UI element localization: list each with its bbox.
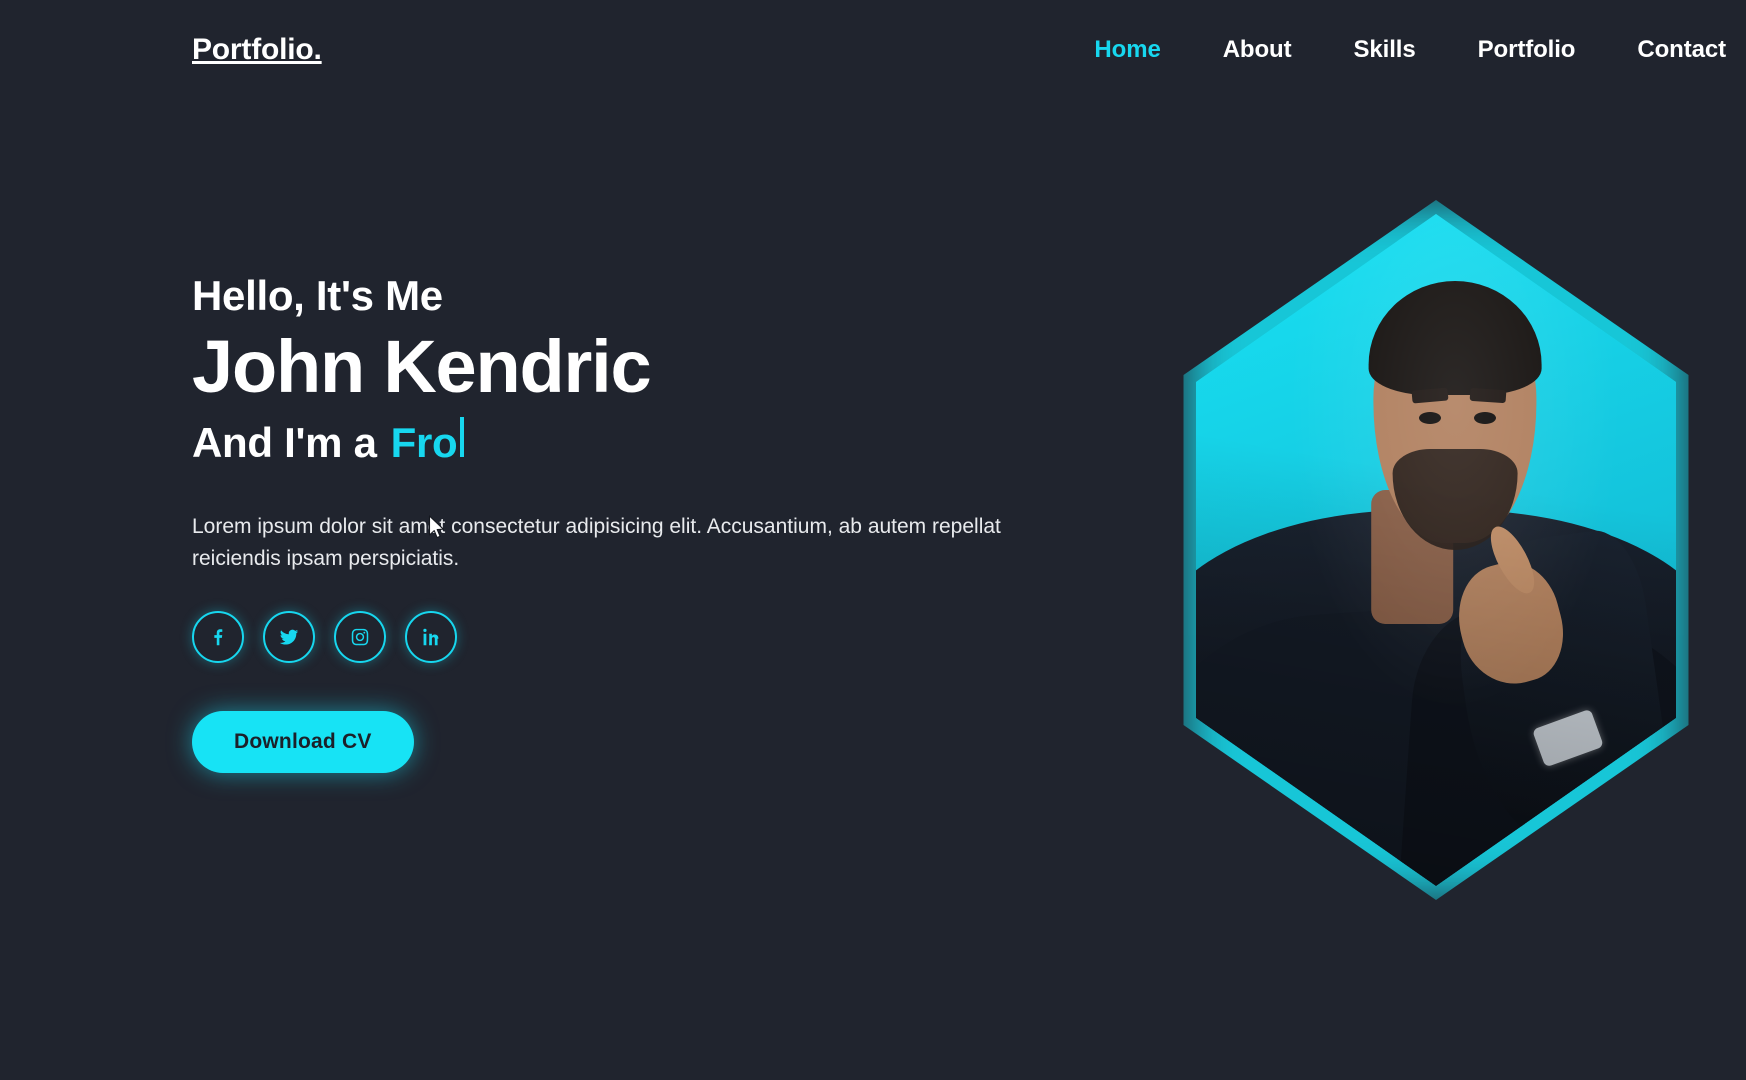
hero-text-block: Hello, It's Me John Kendric And I'm a Fr… [192,272,1052,774]
typing-cursor-icon [460,417,465,458]
twitter-icon[interactable] [263,611,315,664]
hero-role-prefix: And I'm a [192,419,377,467]
nav-link-contact[interactable]: Contact [1637,36,1726,64]
site-logo[interactable]: Portfolio. [192,33,322,67]
instagram-icon[interactable] [334,611,386,664]
nav-link-about[interactable]: About [1223,36,1292,64]
portrait-shading [1196,214,1676,886]
portfolio-landing-page: Portfolio. Home About Skills Portfolio C… [0,0,1746,1080]
hero-greeting: Hello, It's Me [192,272,443,319]
hero-role-line: And I'm a Fro [192,417,1052,467]
nav-link-portfolio[interactable]: Portfolio [1478,36,1576,64]
home-hero-section: Hello, It's Me John Kendric And I'm a Fr… [0,100,1746,1080]
nav-link-home[interactable]: Home [1094,36,1160,64]
hero-role-typed-text: Fro [390,419,458,467]
main-navigation: Home About Skills Portfolio Contact [1094,36,1726,64]
site-header: Portfolio. Home About Skills Portfolio C… [0,0,1746,100]
linkedin-icon[interactable] [405,611,457,664]
facebook-icon[interactable] [192,611,244,664]
nav-link-skills[interactable]: Skills [1354,36,1416,64]
cta-wrapper: Download CV [192,711,1052,774]
hero-name: John Kendric [192,325,652,409]
hero-portrait [1156,170,1716,930]
download-cv-button[interactable]: Download CV [192,711,414,774]
portrait-image [1196,214,1676,886]
hero-description: Lorem ipsum dolor sit amet consectetur a… [192,515,1001,571]
hexagon-frame [1196,214,1676,886]
social-media-links [192,611,1052,664]
